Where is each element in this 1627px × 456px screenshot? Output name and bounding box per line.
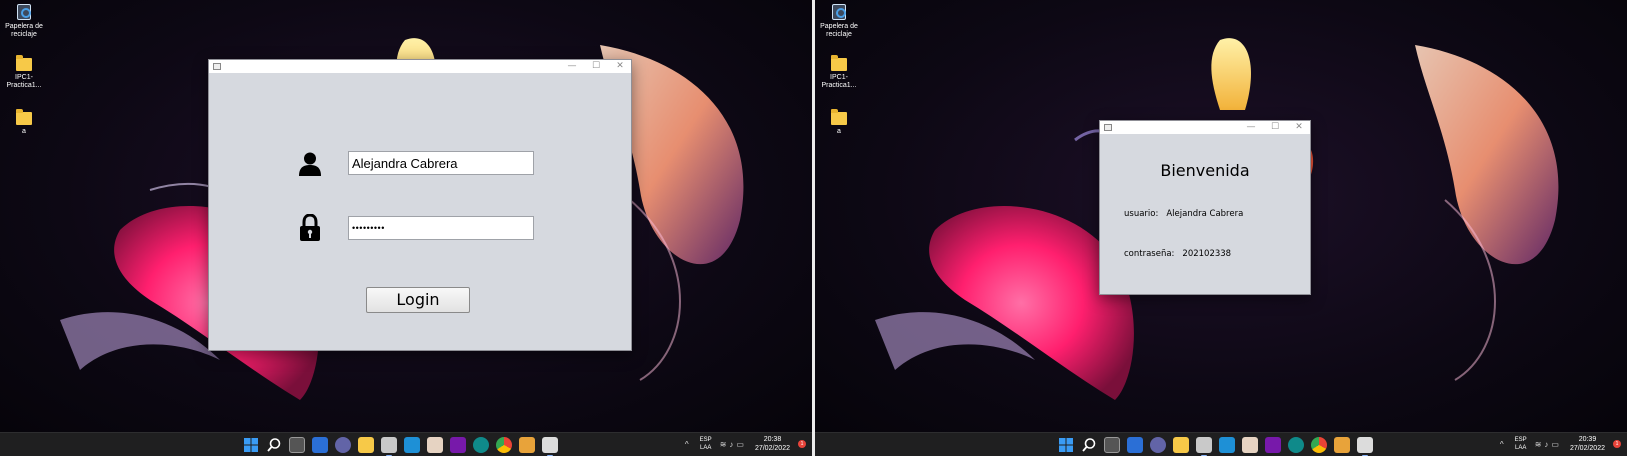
clock[interactable]: 20:38 27/02/2022 — [755, 435, 790, 453]
desktop-icon-recycle-bin[interactable]: Papelera de reciclaje — [0, 4, 48, 39]
desktop-icon-a-folder[interactable]: a — [815, 109, 863, 136]
widgets-icon[interactable] — [312, 437, 328, 453]
desktop-icon-label: Papelera de reciclaje — [820, 23, 858, 38]
desktop-icon-label: IPC1-Practica1... — [6, 74, 42, 89]
welcome-window: — ☐ ✕ Bienvenida usuario: Alejandra Cabre… — [1099, 120, 1311, 295]
taskbar: ^ ESP LAA ≋♪▭ 20:39 27/02/2022 1 — [815, 432, 1627, 456]
taskbar: ^ ESP LAA ≋♪▭ 20:38 27/02/2022 1 — [0, 432, 812, 456]
user-info-row: usuario: Alejandra Cabrera — [1124, 209, 1243, 219]
task-view-icon[interactable] — [1104, 437, 1120, 453]
minimize-button[interactable]: — — [1246, 121, 1256, 134]
onenote-icon[interactable] — [1265, 437, 1281, 453]
folder-icon — [831, 109, 847, 125]
language-indicator[interactable]: ESP LAA — [1515, 436, 1527, 452]
network-volume-battery-icons[interactable]: ≋♪▭ — [1535, 440, 1562, 449]
l-app-icon[interactable] — [404, 437, 420, 453]
recycle-bin-icon — [832, 4, 846, 20]
file-explorer-icon[interactable] — [1173, 437, 1189, 453]
folder-icon — [831, 55, 847, 71]
app-icon[interactable] — [519, 437, 535, 453]
notification-badge[interactable]: 1 — [1613, 440, 1621, 448]
chevron-up-icon[interactable]: ^ — [1500, 440, 1507, 449]
desktop-icon-recycle-bin[interactable]: Papelera de reciclaje — [815, 4, 863, 39]
login-button[interactable]: Login — [366, 287, 470, 313]
desktop-icon-label: a — [22, 128, 26, 135]
java-app-icon — [1104, 124, 1112, 131]
desktop-icon-ipc1-folder[interactable]: IPC1-Practica1... — [0, 55, 48, 90]
java-app-icon[interactable] — [381, 437, 397, 456]
password-label: contraseña: — [1124, 249, 1175, 259]
clock[interactable]: 20:39 27/02/2022 — [1570, 435, 1605, 453]
file-explorer-icon[interactable] — [358, 437, 374, 453]
close-button[interactable]: ✕ — [615, 60, 625, 73]
left-desktop-screenshot: Papelera de reciclaje IPC1-Practica1... … — [0, 0, 812, 456]
windows-start-icon[interactable] — [1058, 437, 1074, 453]
teams-chat-icon[interactable] — [1150, 437, 1166, 453]
user-value: Alejandra Cabrera — [1166, 209, 1244, 219]
java-app-icon — [213, 63, 221, 70]
app-icon[interactable] — [473, 437, 489, 453]
title-bar[interactable]: — ☐ ✕ — [209, 60, 631, 73]
welcome-heading: Bienvenida — [1160, 161, 1250, 180]
java-icon[interactable] — [542, 437, 558, 456]
java-app-icon[interactable] — [1196, 437, 1212, 456]
user-label: usuario: — [1124, 209, 1159, 219]
desktop-icon-a-folder[interactable]: a — [0, 109, 48, 136]
java-icon[interactable] — [1357, 437, 1373, 456]
network-volume-battery-icons[interactable]: ≋♪▭ — [720, 440, 747, 449]
lock-icon — [300, 214, 320, 241]
search-icon[interactable] — [1081, 437, 1097, 453]
language-indicator[interactable]: ESP LAA — [700, 436, 712, 452]
l-app-icon[interactable] — [1219, 437, 1235, 453]
user-icon — [299, 152, 321, 176]
recycle-bin-icon — [17, 4, 31, 20]
password-input[interactable] — [348, 216, 534, 240]
folder-icon — [16, 109, 32, 125]
search-icon[interactable] — [266, 437, 282, 453]
notification-badge[interactable]: 1 — [798, 440, 806, 448]
right-desktop-screenshot: Papelera de reciclaje IPC1-Practica1... … — [815, 0, 1627, 456]
windows-start-icon[interactable] — [243, 437, 259, 453]
desktop-icon-label: IPC1-Practica1... — [821, 74, 857, 89]
minimize-button[interactable]: — — [567, 60, 577, 73]
title-bar[interactable]: — ☐ ✕ — [1100, 121, 1310, 134]
username-input[interactable] — [348, 151, 534, 175]
maximize-button[interactable]: ☐ — [591, 60, 601, 73]
desktop-icon-ipc1-folder[interactable]: IPC1-Practica1... — [815, 55, 863, 90]
maximize-button[interactable]: ☐ — [1270, 121, 1280, 134]
chrome-icon[interactable] — [1311, 437, 1327, 453]
chevron-up-icon[interactable]: ^ — [685, 440, 692, 449]
teams-chat-icon[interactable] — [335, 437, 351, 453]
app-icon[interactable] — [1334, 437, 1350, 453]
app-icon[interactable] — [1288, 437, 1304, 453]
chrome-icon[interactable] — [496, 437, 512, 453]
password-value: 202102338 — [1182, 249, 1232, 259]
login-window: — ☐ ✕ Login — [208, 59, 632, 351]
photos-icon[interactable] — [1242, 437, 1258, 453]
desktop-icon-label: Papelera de reciclaje — [5, 23, 43, 38]
folder-icon — [16, 55, 32, 71]
password-info-row: contraseña: 202102338 — [1124, 249, 1231, 259]
desktop-icon-label: a — [837, 128, 841, 135]
task-view-icon[interactable] — [289, 437, 305, 453]
widgets-icon[interactable] — [1127, 437, 1143, 453]
photos-icon[interactable] — [427, 437, 443, 453]
close-button[interactable]: ✕ — [1294, 121, 1304, 134]
onenote-icon[interactable] — [450, 437, 466, 453]
